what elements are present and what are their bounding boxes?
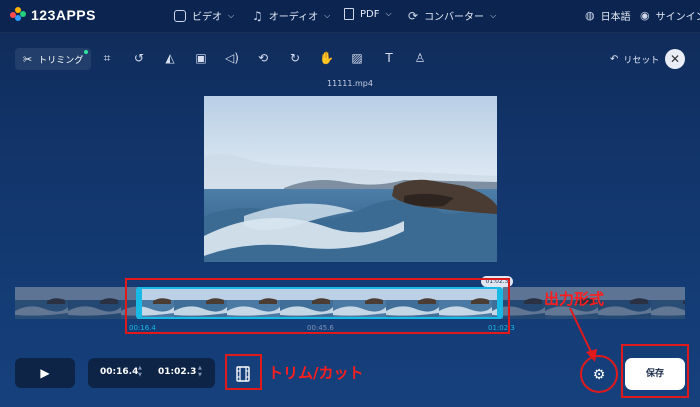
start-time-stepper[interactable]: ▲ ▼ (138, 365, 142, 379)
nav-converter-label: コンバーター (424, 12, 485, 23)
close-button[interactable]: ✕ (665, 49, 685, 69)
video-icon (174, 9, 186, 22)
timeline-end-time: 01:02.3 (488, 324, 515, 332)
end-time-input[interactable]: 01:02.3 (158, 367, 196, 377)
signin-label: サインイン (655, 12, 700, 23)
timeline-thumbnail (333, 287, 386, 319)
language-selector[interactable]: ◍ 日本語 (585, 8, 631, 23)
nav-pdf-label: PDF (360, 8, 380, 20)
edit-toolbar: ✂ トリミング (15, 48, 92, 70)
time-range-inputs: 00:16.4 ▲ ▼ 01:02.3 ▲ ▼ (88, 358, 215, 388)
chevron-down-icon: ⌵ (385, 9, 392, 18)
flip-icon[interactable]: ◭ (163, 51, 177, 65)
video-preview[interactable] (204, 96, 497, 262)
image-icon[interactable]: ▨ (350, 51, 364, 65)
user-icon: ◉ (640, 9, 650, 22)
timeline-mid-time: 00:45.6 (307, 324, 334, 332)
end-time-bubble: 01:02.3 (481, 276, 513, 287)
nav-audio-label: オーディオ (268, 12, 319, 23)
save-button[interactable]: 保存 (625, 358, 685, 390)
start-time-input[interactable]: 00:16.4 (100, 367, 138, 377)
annotation-arrow (569, 307, 597, 362)
output-settings-button[interactable]: ⚙ (586, 362, 612, 388)
rotate-icon[interactable]: ↺ (132, 51, 146, 65)
trim-mode-button[interactable] (228, 361, 258, 387)
app-logo-text: 123APPS (31, 7, 96, 23)
globe-icon: ◍ (585, 9, 595, 22)
speed-icon[interactable]: ⟲ (256, 51, 270, 65)
logo-icon (10, 7, 26, 23)
document-icon (344, 8, 354, 20)
trim-tool-button[interactable]: ✂ トリミング (15, 48, 92, 70)
timeline-thumbnail (439, 287, 492, 319)
filmstrip-icon (236, 366, 250, 382)
timeline-excluded-left (15, 287, 137, 319)
stabilize-icon[interactable]: ✋ (319, 51, 334, 65)
trim-start-handle[interactable] (136, 288, 142, 318)
language-label: 日本語 (600, 12, 631, 23)
trim-end-handle[interactable] (497, 288, 503, 318)
trim-tool-label: トリミング (38, 55, 84, 66)
app-logo[interactable]: 123APPS (10, 7, 96, 23)
selection-top-border (137, 287, 501, 289)
nav-audio[interactable]: ♫ オーディオ ⌵ (252, 8, 331, 24)
signin-link[interactable]: ◉ サインイン (640, 8, 700, 23)
timeline-thumbnail (386, 287, 439, 319)
reset-label: リセット (623, 56, 660, 66)
play-icon: ▶ (40, 366, 50, 380)
trim-cut-annotation: トリム/カット (268, 364, 364, 382)
undo-icon: ↶ (610, 54, 619, 65)
nav-video-label: ビデオ (192, 12, 222, 23)
chevron-down-icon: ⌵ (490, 10, 497, 20)
chevron-down-icon: ⌵ (228, 10, 235, 20)
resize-icon[interactable]: ▣ (194, 51, 208, 65)
remove-logo-icon[interactable]: ♙ (413, 51, 427, 65)
text-icon[interactable]: T (382, 51, 396, 65)
timeline-thumbnail (280, 287, 333, 319)
chevron-down-icon: ⌵ (324, 10, 331, 20)
nav-video[interactable]: ビデオ ⌵ (174, 8, 234, 23)
end-time-stepper[interactable]: ▲ ▼ (198, 365, 202, 379)
nav-pdf[interactable]: PDF ⌵ (344, 8, 392, 20)
reset-button[interactable]: ↶ リセット (610, 53, 659, 66)
play-button[interactable]: ▶ (15, 358, 75, 388)
scissors-icon: ✂ (23, 52, 33, 66)
refresh-icon: ⟳ (408, 8, 419, 23)
timeline-thumbnail (227, 287, 280, 319)
timeline-start-time: 00:16.4 (129, 324, 156, 332)
video-frame (204, 96, 497, 262)
top-navigation: 123APPS ビデオ ⌵ ♫ オーディオ ⌵ PDF ⌵ ⟳ コンバーター ⌵… (0, 0, 700, 33)
volume-icon[interactable]: ◁) (225, 51, 239, 65)
nav-converter[interactable]: ⟳ コンバーター ⌵ (408, 8, 497, 24)
music-note-icon: ♫ (252, 8, 263, 23)
active-indicator (84, 50, 89, 54)
gear-icon: ⚙ (592, 367, 606, 383)
selection-bottom-border (137, 317, 501, 319)
timeline-thumbnail (174, 287, 227, 319)
file-name: 11111.mp4 (327, 79, 373, 88)
loop-icon[interactable]: ↻ (288, 51, 302, 65)
crop-icon[interactable]: ⌗ (100, 51, 114, 65)
